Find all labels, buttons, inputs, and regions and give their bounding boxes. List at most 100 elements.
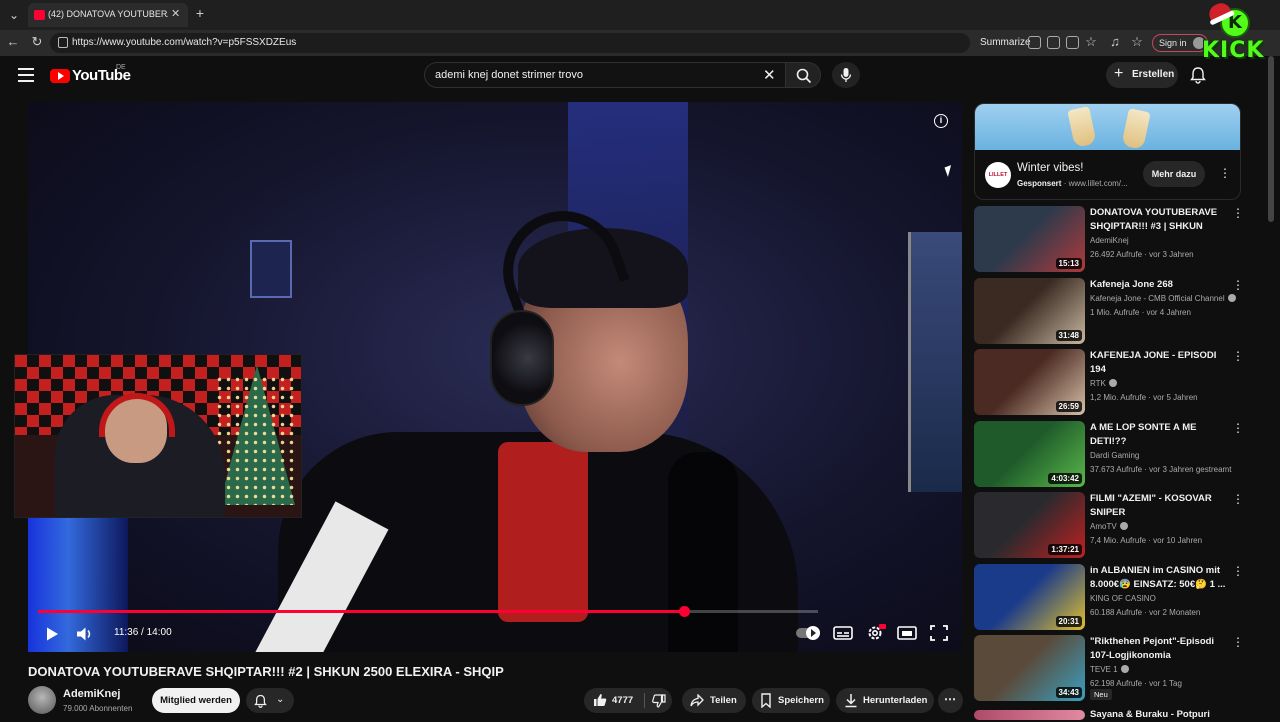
reader-mode-icon[interactable]: [1047, 36, 1060, 49]
voice-search-button[interactable]: [832, 62, 860, 88]
fullscreen-icon[interactable]: [928, 624, 950, 642]
progress-bar[interactable]: [38, 606, 818, 617]
new-tab-icon[interactable]: +: [192, 5, 208, 21]
rec-channel[interactable]: RTK: [1090, 379, 1117, 388]
rec-title[interactable]: Kafeneja Jone 268: [1090, 278, 1226, 292]
ad-banner-image: [975, 104, 1240, 150]
volume-icon[interactable]: [76, 626, 94, 642]
share-icon: [690, 694, 704, 707]
url-text: https://www.youtube.com/watch?v=p5FSSXDZ…: [72, 37, 297, 48]
more-vert-icon[interactable]: ⋮: [1232, 278, 1244, 292]
browser-tab[interactable]: (42) DONATOVA YOUTUBERAVE SHQIPTAR!!! #2…: [28, 3, 188, 27]
address-bar[interactable]: https://www.youtube.com/watch?v=p5FSSXDZ…: [50, 33, 970, 53]
share-button[interactable]: Teilen: [682, 688, 746, 713]
like-divider: [644, 693, 645, 708]
rec-title[interactable]: "Rikthehen Pejont"-Episodi 107-Logjikono…: [1090, 635, 1226, 663]
more-actions-button[interactable]: ⋯: [938, 688, 963, 713]
list-item[interactable]: 20:31 in ALBANIEN im CASINO mit 8.000€😰 E…: [974, 564, 1244, 630]
advertiser-logo: LILLET: [985, 162, 1011, 188]
more-horizontal-icon: ⋯: [944, 692, 956, 706]
sponsored-ad-card[interactable]: LILLET Winter vibes! Gesponsert · www.li…: [974, 103, 1241, 200]
duration-badge: 34:43: [1055, 687, 1082, 698]
subtitles-icon[interactable]: [832, 624, 854, 642]
media-icon[interactable]: ♫: [1106, 34, 1124, 49]
list-item[interactable]: 31:48 Kafeneja Jone 268 Kafeneja Jone - CM…: [974, 278, 1244, 344]
join-button[interactable]: Mitglied werden: [152, 688, 240, 713]
search-button[interactable]: [785, 62, 821, 88]
progress-fill: [38, 610, 685, 613]
extension-icon[interactable]: [1028, 36, 1041, 49]
video-frame-monitor: [908, 232, 962, 492]
hamburger-menu-icon[interactable]: [18, 68, 34, 82]
save-button[interactable]: Speichern: [752, 688, 830, 713]
more-vert-icon[interactable]: ⋮: [1232, 421, 1244, 435]
tab-close-icon[interactable]: ✕: [171, 7, 180, 20]
ad-learn-more-button[interactable]: Mehr dazu: [1143, 161, 1205, 187]
video-thumbnail[interactable]: 31:48: [974, 278, 1085, 344]
duration-badge: 1:37:21: [1048, 544, 1082, 555]
rec-channel[interactable]: KING OF CASINO: [1090, 594, 1156, 603]
youtube-favicon-icon: [34, 10, 45, 20]
rec-channel[interactable]: Kafeneja Jone - CMB Official Channel: [1090, 294, 1236, 303]
rec-channel-name: Kafeneja Jone - CMB Official Channel: [1090, 294, 1225, 303]
theater-mode-icon[interactable]: [896, 624, 918, 642]
duration-badge: 26:59: [1055, 401, 1082, 412]
video-thumbnail[interactable]: 20:31: [974, 564, 1085, 630]
clear-search-icon[interactable]: ✕: [763, 66, 776, 84]
channel-name[interactable]: AdemiKnej: [63, 688, 120, 700]
rec-channel[interactable]: Dardi Gaming: [1090, 451, 1139, 460]
list-item[interactable]: 26:59 KAFENEJA JONE - EPISODI 194 RTK 1,2 M…: [974, 349, 1244, 415]
summarize-button[interactable]: Summarize: [980, 37, 1031, 48]
video-thumbnail[interactable]: 34:43: [974, 635, 1085, 701]
ad-more-vert-icon[interactable]: ⋮: [1219, 166, 1231, 180]
video-frame-microphone: [668, 452, 738, 652]
video-thumbnail: [974, 710, 1085, 720]
rec-title[interactable]: FILMI "AZEMI" - KOSOVAR SNIPER: [1090, 492, 1226, 520]
thumbs-down-icon[interactable]: [652, 694, 666, 708]
create-button[interactable]: + Erstellen: [1106, 62, 1178, 88]
list-item[interactable]: Sayana & Buraku - Potpuri: [974, 709, 1244, 720]
rec-title[interactable]: in ALBANIEN im CASINO mit 8.000€😰 EINSAT…: [1090, 564, 1226, 592]
subscription-bell-button[interactable]: ⌄: [246, 688, 294, 713]
video-thumbnail[interactable]: 4:03:42: [974, 421, 1085, 487]
site-info-icon[interactable]: [58, 37, 68, 48]
video-frame-headphone-cup: [490, 310, 554, 406]
video-thumbnail[interactable]: 15:13: [974, 206, 1085, 272]
rec-title[interactable]: KAFENEJA JONE - EPISODI 194: [1090, 349, 1226, 377]
like-count[interactable]: 4777: [612, 695, 633, 706]
back-arrow-icon[interactable]: ←: [4, 34, 22, 49]
list-item[interactable]: 34:43 "Rikthehen Pejont"-Episodi 107-Logj…: [974, 635, 1244, 701]
settings-gear-icon[interactable]: [864, 624, 886, 642]
favorites-icon[interactable]: ☆: [1128, 34, 1146, 50]
rec-title[interactable]: A ME LOP SONTE A ME DETI!??: [1090, 421, 1226, 449]
rec-channel[interactable]: TEVE 1: [1090, 665, 1129, 674]
autoplay-toggle[interactable]: [796, 626, 820, 640]
rec-channel[interactable]: AmoTV: [1090, 522, 1128, 531]
video-thumbnail[interactable]: 26:59: [974, 349, 1085, 415]
rec-channel[interactable]: AdemiKnej: [1090, 236, 1129, 245]
more-vert-icon[interactable]: ⋮: [1232, 492, 1244, 506]
translate-icon[interactable]: [1066, 36, 1079, 49]
list-item[interactable]: 4:03:42 A ME LOP SONTE A ME DETI!?? Dardi …: [974, 421, 1244, 487]
reload-icon[interactable]: ↻: [28, 34, 46, 50]
more-vert-icon[interactable]: ⋮: [1232, 564, 1244, 578]
channel-avatar[interactable]: [28, 686, 56, 714]
play-icon[interactable]: [44, 626, 60, 642]
ad-domain: www.lillet.com/...: [1068, 179, 1128, 188]
kick-overlay-logo: K KICK: [1196, 0, 1276, 84]
list-item[interactable]: 1:37:21 FILMI "AZEMI" - KOSOVAR SNIPER Amo…: [974, 492, 1244, 558]
more-vert-icon[interactable]: ⋮: [1232, 206, 1244, 220]
rec-meta: 26.492 Aufrufe · vor 3 Jahren: [1090, 250, 1194, 259]
thumbs-up-icon[interactable]: [593, 693, 607, 707]
video-thumbnail[interactable]: 1:37:21: [974, 492, 1085, 558]
more-vert-icon[interactable]: ⋮: [1232, 635, 1244, 649]
list-item[interactable]: 15:13 DONATOVA YOUTUBERAVE SHQIPTAR!!! #3…: [974, 206, 1244, 272]
rec-title[interactable]: DONATOVA YOUTUBERAVE SHQIPTAR!!! #3 | SH…: [1090, 206, 1226, 234]
new-badge: Neu: [1090, 689, 1112, 700]
info-icon[interactable]: i: [934, 114, 948, 128]
tab-list-chevron-icon[interactable]: ⌄: [4, 5, 24, 25]
search-input[interactable]: ademi knej donet strimer trovo ✕: [424, 62, 786, 88]
favorite-star-icon[interactable]: ☆: [1082, 34, 1100, 50]
download-button[interactable]: Herunterladen: [836, 688, 934, 713]
more-vert-icon[interactable]: ⋮: [1232, 349, 1244, 363]
